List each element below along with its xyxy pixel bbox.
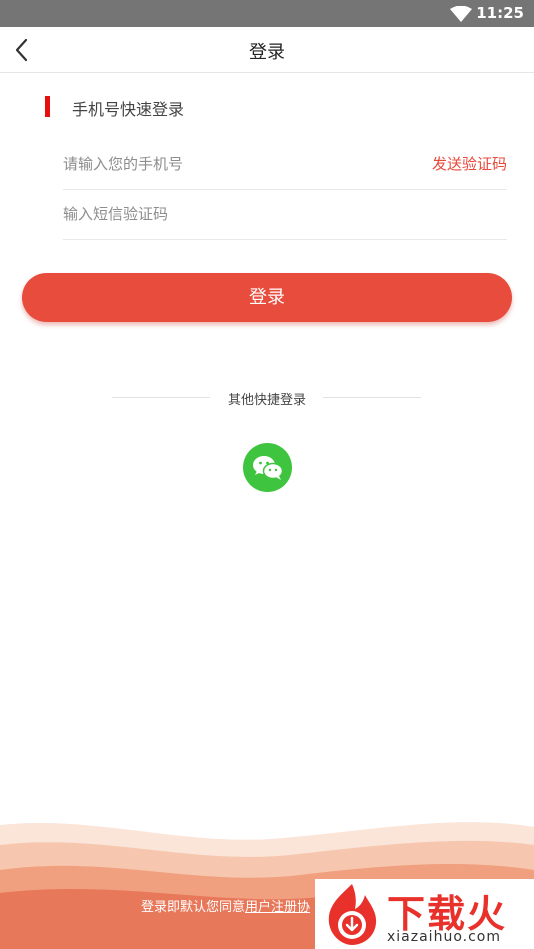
login-button[interactable]: 登录 [22, 273, 512, 322]
agreement-prefix: 登录即默认您同意 [141, 900, 246, 915]
page-title: 登录 [249, 42, 285, 63]
wechat-login-button[interactable] [243, 443, 292, 492]
sms-code-input[interactable] [63, 190, 403, 238]
phone-field: 发送验证码 [63, 140, 507, 190]
wifi-icon [450, 6, 472, 22]
send-code-button[interactable]: 发送验证码 [432, 153, 507, 174]
nav-bar: 登录 [0, 27, 534, 73]
user-agreement-link[interactable]: 用户注册协 [245, 900, 310, 915]
section-title: 手机号快速登录 [72, 100, 185, 119]
phone-input[interactable] [63, 140, 403, 188]
status-time: 11:25 [476, 4, 524, 22]
agreement-text: 登录即默认您同意用户注册协 [141, 896, 310, 915]
status-bar: 11:25 [0, 0, 534, 27]
watermark: 下载火 xiazaihuo.com [315, 879, 534, 949]
other-login-title: 其他快捷登录 [227, 393, 306, 408]
sms-code-field [63, 190, 507, 240]
wechat-icon [253, 456, 284, 480]
section-marker [45, 96, 50, 117]
watermark-url: xiazaihuo.com [387, 929, 501, 945]
flame-logo-icon [328, 884, 377, 945]
